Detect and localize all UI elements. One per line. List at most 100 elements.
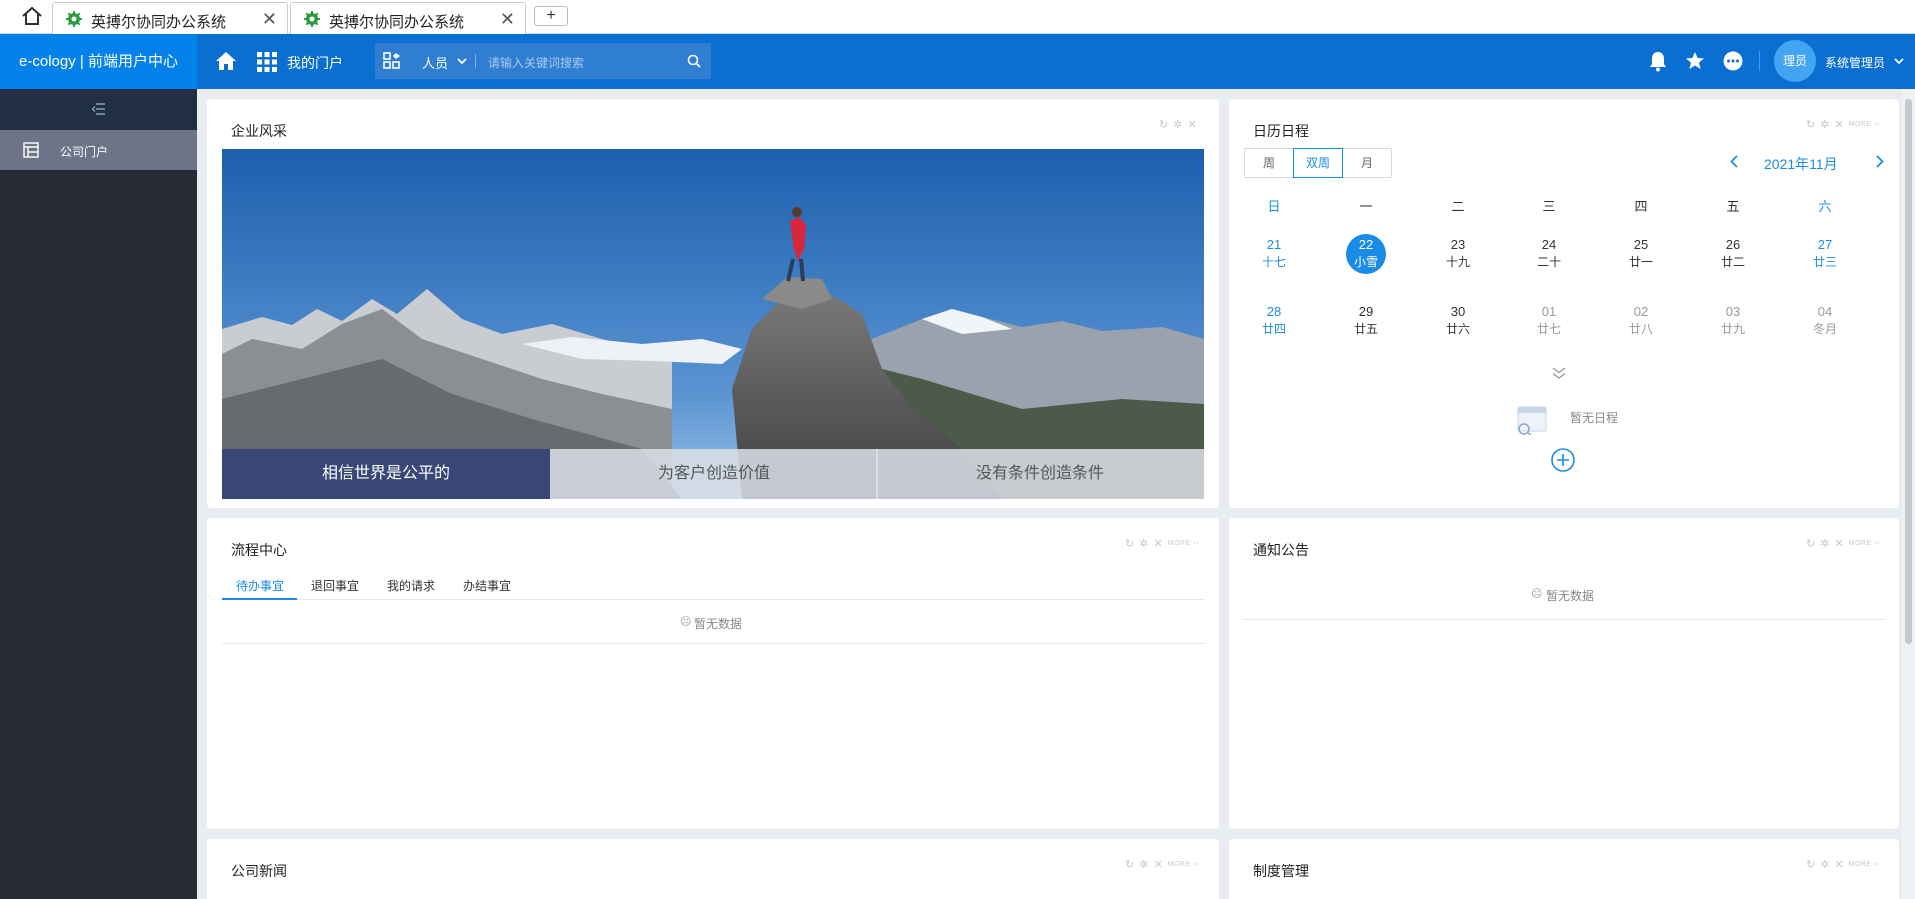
- browser-tab[interactable]: 英搏尔协同办公系统 ✕: [290, 2, 526, 34]
- banner-caption[interactable]: 没有条件创造条件: [876, 449, 1204, 499]
- tab-done[interactable]: 办结事宜: [463, 577, 511, 594]
- calendar-day[interactable]: 26 廿二: [1703, 237, 1763, 270]
- refresh-icon[interactable]: ↻: [1806, 118, 1815, 131]
- expand-chevrons-icon[interactable]: [1552, 367, 1566, 379]
- menu-collapse-icon: [92, 103, 105, 115]
- gear-icon[interactable]: ✲: [1820, 537, 1829, 550]
- close-icon[interactable]: ✕: [1153, 858, 1162, 871]
- search-scope-select[interactable]: 人员: [422, 53, 448, 72]
- day-number: 30: [1450, 304, 1466, 319]
- username[interactable]: 系统管理员: [1825, 54, 1885, 71]
- more-link[interactable]: MORE ››: [1849, 121, 1880, 128]
- header-divider: [1759, 51, 1760, 71]
- new-tab-button[interactable]: +: [534, 6, 568, 26]
- panel-tools: ↻ ✲ ✕ MORE ››: [1806, 857, 1885, 871]
- gear-icon[interactable]: ✲: [1139, 858, 1148, 871]
- calendar-day[interactable]: 28 廿四: [1244, 304, 1304, 337]
- tab-my-requests[interactable]: 我的请求: [387, 577, 435, 594]
- calendar-day[interactable]: 01 廿七: [1519, 304, 1579, 337]
- chevron-down-icon[interactable]: [457, 58, 467, 65]
- gear-icon[interactable]: ✲: [1173, 118, 1182, 131]
- panel-notice: 通知公告 ↻ ✲ ✕ MORE ›› ☹ 暂无数据: [1229, 518, 1899, 829]
- close-icon[interactable]: ✕: [1834, 537, 1843, 550]
- gear-logo-icon: [304, 11, 320, 27]
- browser-tab[interactable]: 英搏尔协同办公系统 ✕: [52, 2, 288, 34]
- scrollbar-thumb[interactable]: [1905, 99, 1912, 644]
- more-dots-icon[interactable]: [1723, 51, 1743, 71]
- page-scrollbar[interactable]: [1902, 89, 1915, 899]
- close-icon[interactable]: ✕: [1834, 118, 1843, 131]
- empty-smile-icon: ☹: [680, 616, 692, 628]
- banner-image: [222, 149, 1204, 499]
- refresh-icon[interactable]: ↻: [1125, 537, 1134, 550]
- lunar-date: 廿九: [1720, 322, 1745, 336]
- month-label: 2021年11月: [1764, 156, 1838, 172]
- calendar-day[interactable]: 30 廿六: [1428, 304, 1488, 337]
- day-number: 26: [1725, 237, 1741, 252]
- refresh-icon[interactable]: ↻: [1159, 118, 1168, 131]
- view-biweek-button[interactable]: 双周: [1293, 148, 1343, 178]
- more-link[interactable]: MORE ››: [1168, 540, 1199, 547]
- calendar-day[interactable]: 21 十七: [1244, 237, 1304, 270]
- sidebar-item-company-portal[interactable]: 公司门户: [0, 130, 197, 170]
- calendar-day[interactable]: 24 二十: [1519, 237, 1579, 270]
- my-portal-link[interactable]: 我的门户: [287, 53, 343, 73]
- tab-returned[interactable]: 退回事宜: [311, 577, 359, 594]
- close-icon[interactable]: ✕: [1153, 537, 1162, 550]
- list-divider: [1244, 619, 1884, 620]
- banner-carousel[interactable]: 相信世界是公平的 为客户创造价值 没有条件创造条件: [222, 149, 1204, 499]
- gear-icon[interactable]: ✲: [1820, 858, 1829, 871]
- calendar-day[interactable]: 29 廿五: [1336, 304, 1396, 337]
- close-icon[interactable]: ✕: [1187, 118, 1196, 131]
- more-link[interactable]: MORE ››: [1168, 861, 1199, 868]
- close-icon[interactable]: ✕: [1834, 858, 1843, 871]
- view-week-button[interactable]: 周: [1244, 148, 1294, 178]
- more-link[interactable]: MORE ››: [1849, 540, 1880, 547]
- gear-icon[interactable]: ✲: [1820, 118, 1829, 131]
- panel-workflow: 流程中心 ↻ ✲ ✕ MORE ›› 待办事宜 退回事宜 我的请求 办结事宜 ☹ 暂无…: [207, 518, 1219, 829]
- tab-divider: [222, 599, 1204, 600]
- refresh-icon[interactable]: ↻: [1806, 537, 1815, 550]
- tab-todo[interactable]: 待办事宜: [236, 577, 284, 594]
- panel-calendar: 日历日程 ↻ ✲ ✕ MORE ›› 周 双周 月 2021年11月 日 一 二 三 …: [1229, 99, 1899, 508]
- calendar-day[interactable]: 27 廿三: [1795, 237, 1855, 270]
- close-icon[interactable]: ✕: [262, 9, 277, 30]
- banner-caption[interactable]: 为客户创造价值: [550, 449, 878, 499]
- add-circle-icon[interactable]: [1551, 448, 1575, 472]
- home-icon[interactable]: [215, 51, 237, 71]
- calendar-day[interactable]: 25 廿一: [1611, 237, 1671, 270]
- weekday-label: 二: [1451, 199, 1465, 214]
- panel-title: 企业风采: [231, 123, 287, 139]
- sidebar-collapse-button[interactable]: [0, 89, 197, 129]
- widget-icon[interactable]: [383, 52, 401, 70]
- gear-icon[interactable]: ✲: [1139, 537, 1148, 550]
- calendar-day-today[interactable]: 22 小雪: [1336, 237, 1396, 270]
- calendar-day[interactable]: 03 廿九: [1703, 304, 1763, 337]
- refresh-icon[interactable]: ↻: [1806, 858, 1815, 871]
- view-month-button[interactable]: 月: [1342, 148, 1392, 178]
- chevron-down-icon[interactable]: [1894, 58, 1904, 65]
- lunar-date: 廿八: [1628, 322, 1653, 336]
- close-icon[interactable]: ✕: [500, 9, 515, 30]
- panel-tools: ↻ ✲ ✕ MORE ››: [1806, 536, 1885, 550]
- chevron-right-icon[interactable]: [1876, 155, 1884, 168]
- chevron-left-icon[interactable]: [1730, 155, 1738, 168]
- avatar[interactable]: 理员: [1774, 40, 1816, 82]
- weekday-label: 三: [1542, 199, 1556, 214]
- lunar-date: 二十: [1536, 255, 1561, 269]
- calendar-day[interactable]: 02 廿八: [1611, 304, 1671, 337]
- search-icon[interactable]: [687, 54, 701, 68]
- banner-caption-active[interactable]: 相信世界是公平的: [222, 449, 550, 499]
- calendar-day[interactable]: 04 冬月: [1795, 304, 1855, 337]
- star-icon[interactable]: [1685, 51, 1705, 71]
- lunar-date: 廿四: [1261, 322, 1286, 336]
- bell-icon[interactable]: [1648, 51, 1668, 72]
- grid-apps-icon[interactable]: [257, 52, 277, 72]
- lunar-date: 廿二: [1720, 255, 1745, 269]
- refresh-icon[interactable]: ↻: [1125, 858, 1134, 871]
- home-icon[interactable]: [20, 5, 44, 27]
- more-link[interactable]: MORE ››: [1849, 861, 1880, 868]
- lunar-date: 小雪: [1353, 255, 1378, 269]
- calendar-day[interactable]: 23 十九: [1428, 237, 1488, 270]
- search-input[interactable]: 请输入关键词搜索: [488, 54, 584, 71]
